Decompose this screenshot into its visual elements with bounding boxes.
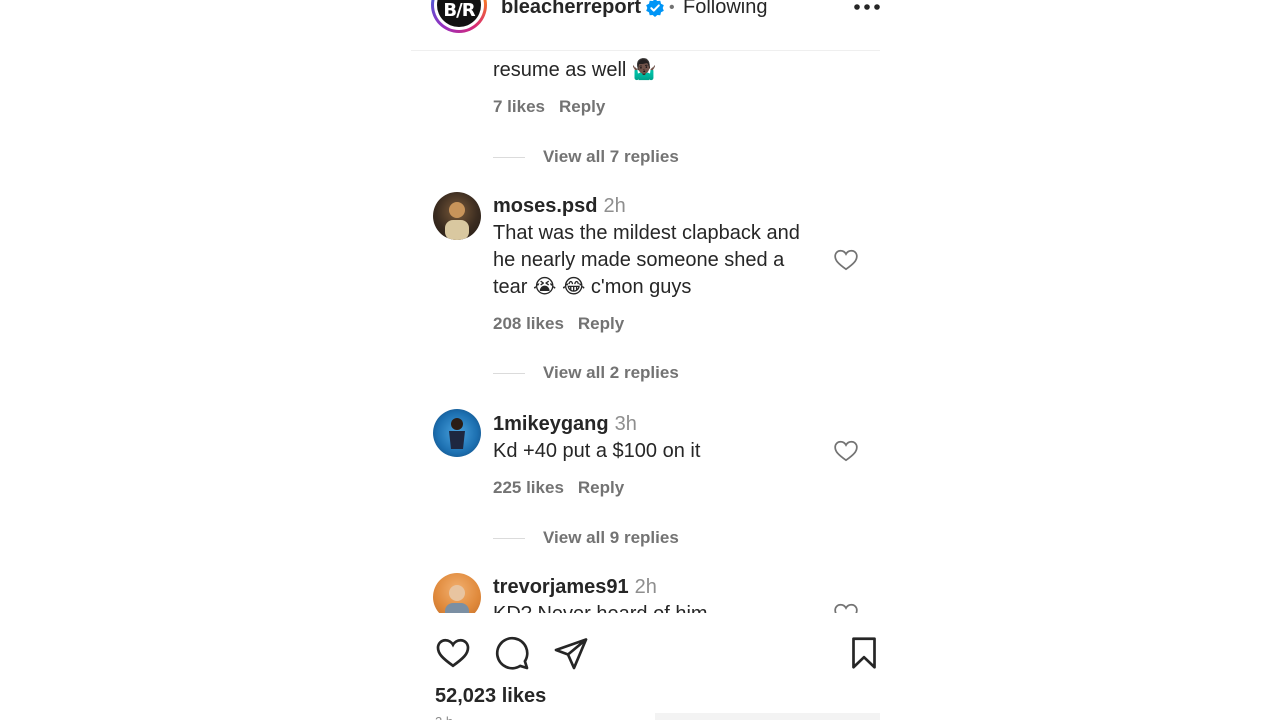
avatar-1mikeygang[interactable] [433, 409, 481, 457]
comment-text-line: Kd +40 put a $100 on it [493, 440, 701, 462]
view-replies-button[interactable]: View all 9 replies [493, 528, 679, 548]
comment-username[interactable]: moses.psd [493, 195, 597, 217]
comment-username[interactable]: 1mikeygang [493, 413, 609, 435]
comment-input-area[interactable] [655, 713, 880, 720]
comment-time: 2h [634, 576, 657, 598]
reply-button[interactable]: Reply [578, 478, 624, 497]
more-options-icon[interactable] [852, 2, 880, 12]
view-replies-button[interactable]: View all 7 replies [493, 147, 679, 167]
comment-like-heart-icon[interactable] [833, 247, 859, 273]
comment-text-line: That was the mildest clapback and [493, 222, 800, 244]
post-time: 2 h [435, 714, 453, 720]
comment-likes[interactable]: 7 likes [493, 97, 545, 116]
comment-meta: 225 likes Reply [493, 478, 624, 498]
comment-meta: 208 likes Reply [493, 314, 624, 334]
comment-username[interactable]: trevorjames91 [493, 576, 629, 598]
comment-text: resume as well 🤷🏿‍♂️ [493, 59, 657, 81]
comment-header: moses.psd 2h [493, 193, 626, 220]
heart-icon[interactable] [435, 635, 471, 671]
send-icon[interactable] [553, 635, 589, 671]
reply-button[interactable]: Reply [578, 314, 624, 333]
replies-divider [493, 157, 525, 159]
header-username[interactable]: bleacherreport [501, 0, 641, 19]
post-header: B/R bleacherreport • Following [411, 0, 880, 51]
view-replies-button[interactable]: View all 2 replies [493, 363, 679, 383]
header-separator: • [669, 0, 675, 16]
comment-like-heart-icon[interactable] [833, 438, 859, 464]
replies-divider [493, 538, 525, 540]
avatar-person-icon [445, 202, 469, 240]
comment-time: 2h [603, 195, 626, 217]
reply-button[interactable]: Reply [559, 97, 605, 116]
verified-badge-icon [646, 0, 664, 17]
comment-text-line: tear 😭 😂 c'mon guys [493, 276, 692, 298]
bookmark-icon[interactable] [846, 635, 880, 671]
comment-icon[interactable] [494, 635, 530, 671]
post-likes-count[interactable]: 52,023 likes [435, 685, 546, 708]
comment-header: trevorjames91 2h [493, 574, 657, 601]
profile-avatar-ring[interactable]: B/R [431, 0, 487, 33]
comment-likes[interactable]: 225 likes [493, 478, 564, 497]
bleacher-report-logo: B/R [437, 0, 481, 27]
avatar-moses-psd[interactable] [433, 192, 481, 240]
post-action-bar: 52,023 likes 2 h [411, 613, 880, 720]
replies-divider [493, 373, 525, 375]
comment-header: 1mikeygang 3h [493, 411, 637, 438]
avatar-person-icon [449, 418, 465, 449]
instagram-comments-panel: B/R bleacherreport • Following resume as… [409, 0, 880, 720]
following-button[interactable]: Following [683, 0, 767, 19]
comment-time: 3h [614, 413, 637, 435]
comment-likes[interactable]: 208 likes [493, 314, 564, 333]
comment-text-line: he nearly made someone shed a [493, 249, 785, 271]
comment-meta: 7 likes Reply [493, 97, 605, 117]
